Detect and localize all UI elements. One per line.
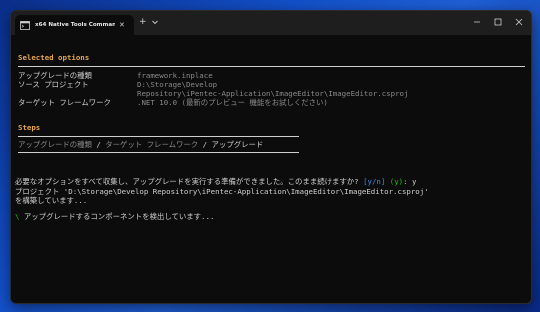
building-line: を構築しています... xyxy=(15,196,88,205)
prompt-answer: : y xyxy=(403,177,417,186)
steps-breadcrumb: アップグレードの種類 / ターゲット フレームワーク / アップグレード xyxy=(18,140,263,150)
steps-heading: Steps xyxy=(18,123,41,132)
divider xyxy=(18,66,525,67)
step-separator: / xyxy=(96,140,106,149)
divider xyxy=(18,152,299,153)
minimize-icon[interactable] xyxy=(471,16,483,28)
tab-title: x64 Native Tools Command Pr xyxy=(35,22,115,28)
step-upgrade: アップグレード xyxy=(211,140,264,149)
terminal-output[interactable]: Selected options アップグレードの種類 framework.in… xyxy=(11,35,531,303)
step-separator: / xyxy=(202,140,212,149)
terminal-icon xyxy=(20,20,30,30)
detecting-status: \ アップグレードするコンポーネントを検出しています... xyxy=(15,212,214,222)
option-label: ソース プロジェクト xyxy=(18,80,89,89)
terminal-window: x64 Native Tools Command Pr ✕ + Selected… xyxy=(10,10,532,304)
tab-command-prompt[interactable]: x64 Native Tools Command Pr ✕ xyxy=(15,15,134,35)
selected-options-heading: Selected options xyxy=(18,53,90,62)
chevron-down-icon[interactable] xyxy=(151,18,159,26)
plus-icon[interactable]: + xyxy=(139,17,147,27)
prompt-choices: [y/n] xyxy=(363,177,386,186)
step-upgrade-type: アップグレードの種類 xyxy=(18,140,97,149)
option-value: .NET 10.0 (最新のプレビュー 機能をお試しください) xyxy=(137,98,328,107)
maximize-icon[interactable] xyxy=(492,16,504,28)
close-window-icon[interactable] xyxy=(513,16,525,28)
step-target-framework: ターゲット フレームワーク xyxy=(105,140,203,149)
divider xyxy=(18,136,299,137)
option-label: ターゲット フレームワーク xyxy=(18,98,111,107)
prompt-question: 必要なオプションをすべて収集し、アップグレードを実行する準備ができました。このま… xyxy=(15,177,364,186)
title-bar: x64 Native Tools Command Pr ✕ + xyxy=(11,11,531,35)
prompt-default: (y) xyxy=(385,177,404,186)
close-icon[interactable]: ✕ xyxy=(119,21,125,29)
confirm-prompt: 必要なオプションをすべて収集し、アップグレードを実行する準備ができました。このま… xyxy=(15,177,416,187)
detecting-text: アップグレードするコンポーネントを検出しています... xyxy=(19,212,215,221)
